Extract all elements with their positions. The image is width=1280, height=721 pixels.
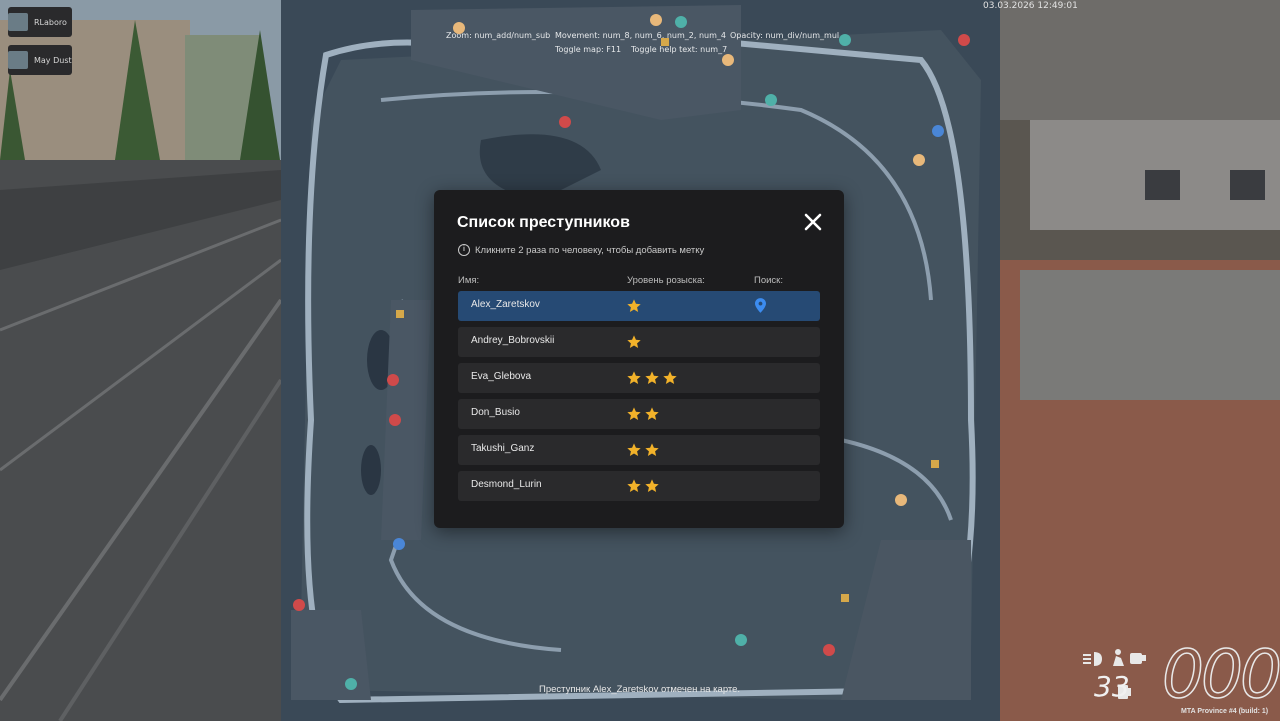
- modal-title: Список преступников: [457, 214, 630, 231]
- criminal-name: Alex_Zaretskov: [471, 299, 540, 310]
- odometer-value: 000: [1161, 635, 1280, 714]
- datetime-label: 03.03.2026 12:49:01: [983, 1, 1078, 11]
- star-icon: [627, 479, 641, 492]
- info-icon: i: [458, 244, 470, 256]
- server-label: MTA Province #4 (build: 1): [1181, 708, 1269, 715]
- modal-hint: i Кликните 2 раза по человеку, чтобы доб…: [458, 244, 704, 256]
- wanted-stars: [626, 334, 642, 350]
- criminal-row[interactable]: Andrey_Bobrovskii: [458, 327, 820, 357]
- star-icon: [645, 443, 659, 456]
- star-icon: [645, 479, 659, 492]
- star-icon: [663, 371, 677, 384]
- player-name: May Dust: [34, 55, 72, 65]
- notification-text: Преступник Alex_Zaretskov отмечен на кар…: [539, 684, 741, 695]
- wanted-stars: [626, 370, 678, 386]
- wanted-stars: [626, 406, 660, 422]
- location-pin-icon[interactable]: [755, 298, 766, 313]
- criminal-name: Don_Busio: [471, 407, 520, 418]
- criminal-row[interactable]: Don_Busio: [458, 399, 820, 429]
- wanted-stars: [626, 442, 660, 458]
- star-icon: [627, 371, 641, 384]
- star-icon: [627, 335, 641, 348]
- criminal-row[interactable]: Takushi_Ganz: [458, 435, 820, 465]
- hint-text: Кликните 2 раза по человеку, чтобы добав…: [475, 244, 705, 256]
- player-entry: RLaboro: [8, 7, 72, 37]
- wanted-stars: [626, 478, 660, 494]
- player-name: RLaboro: [34, 17, 67, 27]
- criminal-row[interactable]: Eva_Glebova: [458, 363, 820, 393]
- star-icon: [627, 407, 641, 420]
- player-entry: May Dust: [8, 45, 72, 75]
- wanted-stars: [626, 298, 642, 314]
- avatar: [8, 13, 28, 31]
- avatar: [8, 51, 28, 69]
- criminal-name: Andrey_Bobrovskii: [471, 335, 555, 346]
- star-icon: [627, 299, 641, 312]
- star-icon: [645, 371, 659, 384]
- criminal-row[interactable]: Desmond_Lurin: [458, 471, 820, 501]
- star-icon: [627, 443, 641, 456]
- criminal-row[interactable]: Alex_Zaretskov: [458, 291, 820, 321]
- player-list: RLaboro May Dust: [8, 7, 72, 83]
- criminal-name: Takushi_Ganz: [471, 443, 535, 454]
- close-icon[interactable]: [801, 210, 825, 234]
- criminals-modal: Список преступников i Кликните 2 раза по…: [434, 190, 844, 528]
- column-search: Поиск:: [754, 275, 783, 286]
- criminals-list: Alex_Zaretskov Andrey_Bobrovskii Eva_Glebo…: [458, 291, 820, 507]
- star-icon: [645, 407, 659, 420]
- column-name: Имя:: [458, 275, 480, 286]
- criminal-name: Eva_Glebova: [471, 371, 532, 382]
- speed-value: 33: [1094, 670, 1130, 703]
- criminal-name: Desmond_Lurin: [471, 479, 542, 490]
- column-wanted-level: Уровень розыска:: [627, 275, 705, 286]
